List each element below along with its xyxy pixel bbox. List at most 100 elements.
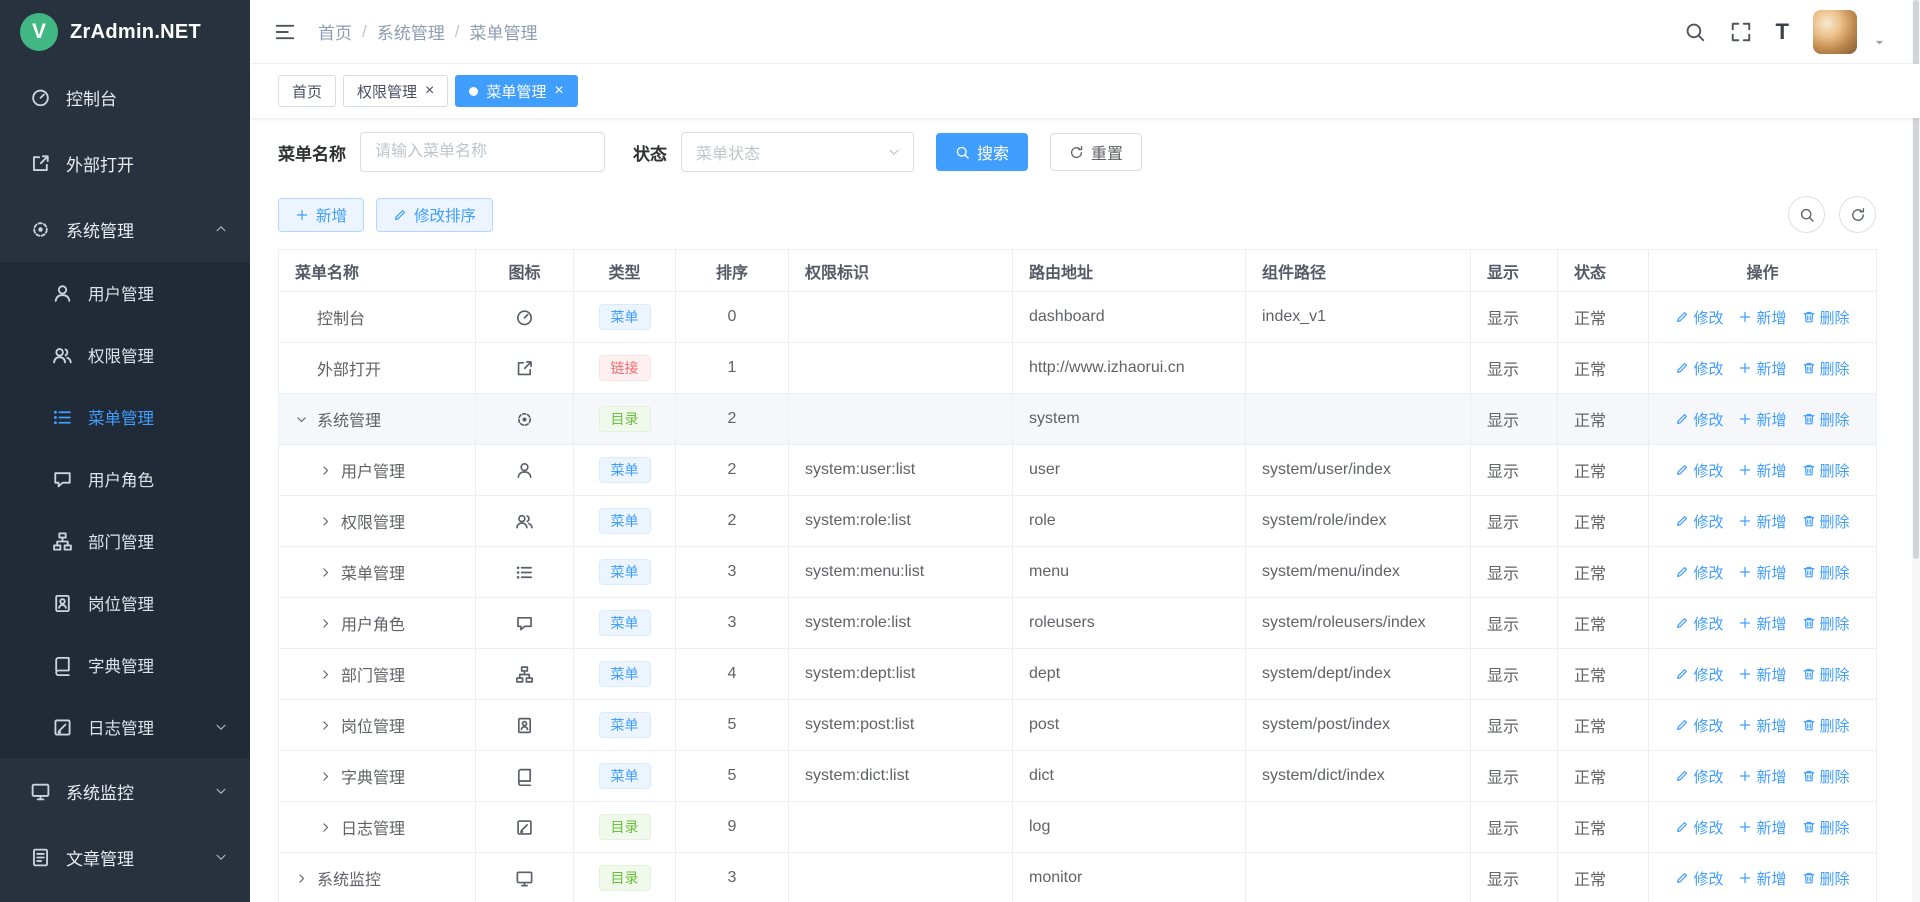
row-add-button[interactable]: 新增 [1738, 511, 1786, 532]
sidebar-subitem-role[interactable]: 权限管理 [0, 324, 250, 386]
reset-button[interactable]: 重置 [1050, 133, 1142, 171]
route-path-cell: user [1013, 445, 1246, 496]
tab-menu[interactable]: 菜单管理× [455, 75, 577, 107]
visible-cell: 显示 [1471, 547, 1558, 598]
row-delete-button[interactable]: 删除 [1802, 358, 1850, 379]
search-icon[interactable] [1684, 21, 1706, 43]
page-scrollbar[interactable] [1912, 0, 1920, 902]
collapse-arrow-icon[interactable] [319, 668, 341, 681]
row-add-button-label: 新增 [1756, 409, 1786, 430]
row-edit-button[interactable]: 修改 [1675, 868, 1723, 889]
route-path-cell: dict [1013, 751, 1246, 802]
sidebar-item-monitor[interactable]: 系统监控 [0, 758, 250, 824]
table-header-cell: 图标 [476, 250, 574, 292]
row-actions: 修改 新增删除 [1665, 409, 1860, 430]
fullscreen-icon[interactable] [1730, 21, 1752, 43]
sidebar-subitem-roleusers[interactable]: 用户角色 [0, 448, 250, 510]
sidebar-subitem-dept[interactable]: 部门管理 [0, 510, 250, 572]
collapse-arrow-icon[interactable] [319, 770, 341, 783]
row-edit-button[interactable]: 修改 [1675, 613, 1723, 634]
sidebar-subitem-post[interactable]: 岗位管理 [0, 572, 250, 634]
row-add-button[interactable]: 新增 [1738, 460, 1786, 481]
actions-cell: 修改新增删除 [1649, 292, 1877, 343]
row-add-button[interactable]: 新增 [1738, 817, 1786, 838]
row-edit-button[interactable]: 修改 [1675, 715, 1723, 736]
search-button[interactable]: 搜索 [936, 133, 1028, 171]
row-delete-button[interactable]: 删除 [1802, 868, 1850, 889]
collapse-arrow-icon[interactable] [319, 821, 341, 834]
row-add-button[interactable]: 新增 [1738, 664, 1786, 685]
row-delete-button[interactable]: 删除 [1802, 715, 1850, 736]
row-add-button[interactable]: 新增 [1738, 715, 1786, 736]
row-add-button[interactable]: 新增 [1738, 307, 1786, 328]
edit-icon [393, 208, 407, 222]
hamburger-icon[interactable] [274, 21, 296, 43]
row-edit-button[interactable]: 修改 [1675, 511, 1723, 532]
row-delete-button[interactable]: 删除 [1802, 817, 1850, 838]
menu-name-wrap: 用户角色 [295, 611, 459, 635]
row-delete-button[interactable]: 删除 [1802, 562, 1850, 583]
table-search-button[interactable] [1788, 196, 1825, 233]
menu-icon-cell [476, 649, 574, 700]
menu-name-cell: 日志管理 [279, 802, 476, 853]
breadcrumb-item[interactable]: 首页 [318, 19, 352, 44]
row-add-button[interactable]: 新增 [1738, 562, 1786, 583]
collapse-arrow-icon[interactable] [319, 464, 341, 477]
expand-arrow-icon[interactable] [295, 413, 317, 426]
sort-button[interactable]: 修改排序 [376, 198, 493, 232]
plus-icon [1738, 310, 1752, 324]
collapse-arrow-icon[interactable] [319, 719, 341, 732]
row-delete-button[interactable]: 删除 [1802, 664, 1850, 685]
sidebar-subitem-menu[interactable]: 菜单管理 [0, 386, 250, 448]
row-delete-button[interactable]: 删除 [1802, 409, 1850, 430]
row-edit-button[interactable]: 修改 [1675, 664, 1723, 685]
status-select[interactable]: 菜单状态 [681, 132, 914, 172]
row-edit-button[interactable]: 修改 [1675, 817, 1723, 838]
tab-role[interactable]: 权限管理× [343, 75, 448, 107]
menu-name-text: 部门管理 [341, 662, 405, 686]
menu-name-input[interactable] [360, 132, 605, 172]
sidebar-item-label: 控制台 [66, 85, 117, 110]
sidebar-item-dashboard[interactable]: 控制台 [0, 64, 250, 130]
row-delete-button[interactable]: 删除 [1802, 613, 1850, 634]
row-edit-button[interactable]: 修改 [1675, 307, 1723, 328]
collapse-arrow-icon[interactable] [295, 872, 317, 885]
collapse-arrow-icon[interactable] [319, 515, 341, 528]
row-delete-button[interactable]: 删除 [1802, 766, 1850, 787]
row-delete-button[interactable]: 删除 [1802, 460, 1850, 481]
sidebar-item-external[interactable]: 外部打开 [0, 130, 250, 196]
logo[interactable]: V ZrAdmin.NET [0, 0, 250, 64]
row-add-button[interactable]: 新增 [1738, 409, 1786, 430]
row-edit-button[interactable]: 修改 [1675, 460, 1723, 481]
sidebar-subitem-user[interactable]: 用户管理 [0, 262, 250, 324]
row-add-button[interactable]: 新增 [1738, 613, 1786, 634]
close-tab-icon[interactable]: × [554, 83, 563, 99]
row-add-button[interactable]: 新增 [1738, 766, 1786, 787]
row-edit-button[interactable]: 修改 [1675, 358, 1723, 379]
sidebar-subitem-log[interactable]: 日志管理 [0, 696, 250, 758]
collapse-arrow-icon[interactable] [319, 617, 341, 630]
edit-icon [1675, 718, 1689, 732]
row-add-button[interactable]: 新增 [1738, 358, 1786, 379]
row-edit-button[interactable]: 修改 [1675, 766, 1723, 787]
avatar[interactable] [1813, 10, 1857, 54]
font-size-icon[interactable]: T [1776, 21, 1789, 43]
chevron-down-icon [214, 784, 228, 798]
delete-icon [1802, 871, 1816, 885]
breadcrumb-item[interactable]: 系统管理 [377, 19, 445, 44]
sidebar-item-article[interactable]: 文章管理 [0, 824, 250, 890]
sidebar-subitem-dict[interactable]: 字典管理 [0, 634, 250, 696]
table-refresh-button[interactable] [1839, 196, 1876, 233]
caret-down-icon[interactable] [1873, 36, 1886, 49]
row-edit-button[interactable]: 修改 [1675, 409, 1723, 430]
actions-cell: 修改新增删除 [1649, 598, 1877, 649]
row-edit-button[interactable]: 修改 [1675, 562, 1723, 583]
close-tab-icon[interactable]: × [425, 83, 434, 99]
sidebar-item-system[interactable]: 系统管理 [0, 196, 250, 262]
tab-home[interactable]: 首页 [278, 75, 336, 107]
row-delete-button[interactable]: 删除 [1802, 511, 1850, 532]
row-delete-button[interactable]: 删除 [1802, 307, 1850, 328]
add-button[interactable]: 新增 [278, 198, 364, 232]
collapse-arrow-icon[interactable] [319, 566, 341, 579]
row-add-button[interactable]: 新增 [1738, 868, 1786, 889]
